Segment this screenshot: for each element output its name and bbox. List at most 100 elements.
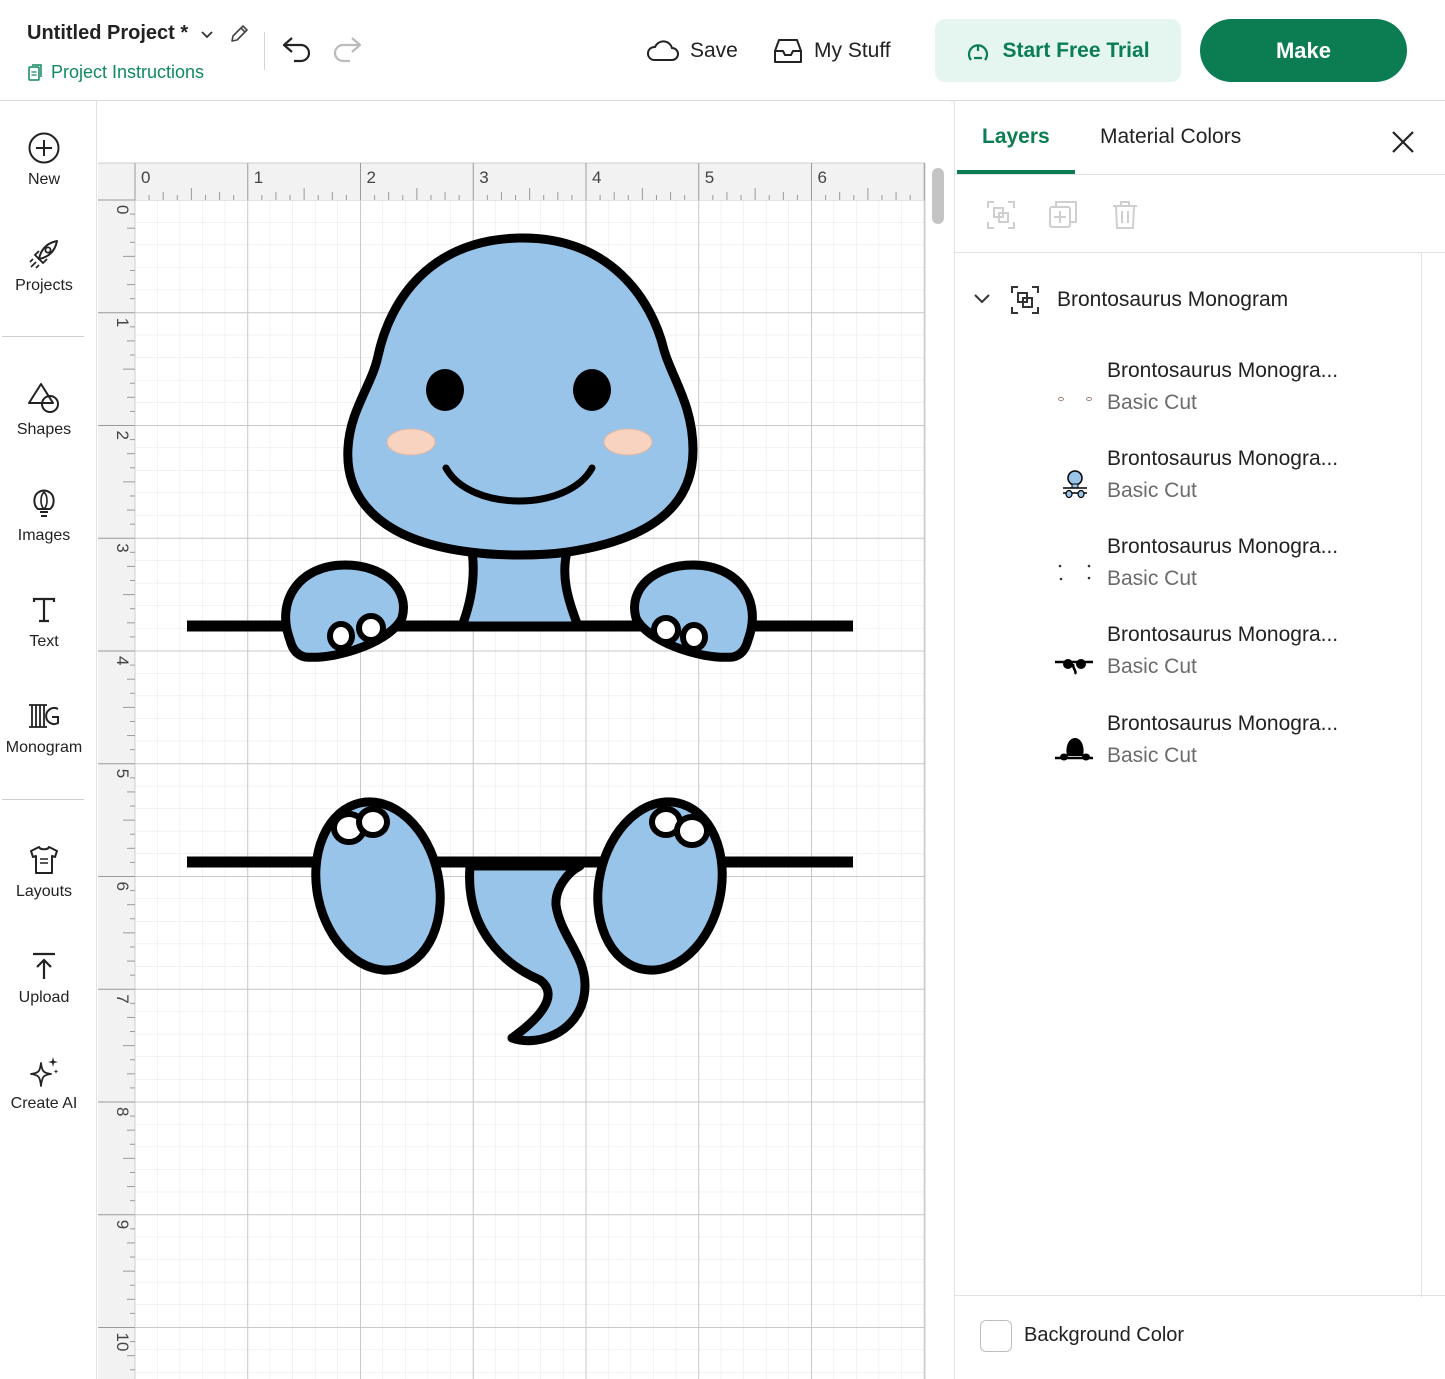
save-label: Save xyxy=(690,39,738,62)
layer-item[interactable]: Brontosaurus Monogra... Basic Cut xyxy=(955,708,1425,778)
layer-operation: Basic Cut xyxy=(1107,479,1197,502)
tool-text[interactable]: Text xyxy=(0,593,88,651)
layer-name: Brontosaurus Monogra... xyxy=(1107,623,1339,646)
layer-item[interactable]: Brontosaurus Monogra... Basic Cut xyxy=(955,355,1425,425)
undo-icon[interactable] xyxy=(280,33,314,63)
layer-thumbnail xyxy=(1063,470,1087,499)
tool-label: Create AI xyxy=(10,1095,78,1112)
ruler-left-label: 6 xyxy=(113,882,132,891)
redo-icon[interactable] xyxy=(330,33,364,63)
dino-left-cheek xyxy=(386,428,436,456)
layer-item[interactable]: Brontosaurus Monogra... Basic Cut xyxy=(955,619,1425,689)
tool-layouts[interactable]: Layouts xyxy=(0,843,88,901)
tool-upload[interactable]: Upload xyxy=(0,949,88,1007)
group-icon[interactable] xyxy=(985,199,1017,231)
trial-label: Start Free Trial xyxy=(1002,38,1150,62)
lightbulb-icon xyxy=(33,489,55,517)
layers-panel: Layers Material Colors Brontosaurus Mono… xyxy=(954,101,1445,1379)
plus-circle-icon xyxy=(28,132,60,164)
trash-icon[interactable] xyxy=(1109,199,1141,231)
tool-create-ai[interactable]: Create AI xyxy=(0,1055,88,1113)
toolbar-divider xyxy=(2,799,84,800)
sparkle-icon xyxy=(30,1057,59,1087)
ruler-top-label: 5 xyxy=(705,168,714,187)
pencil-icon[interactable] xyxy=(228,23,250,45)
upload-icon xyxy=(33,952,55,979)
ruler-left-label: 10 xyxy=(113,1333,132,1352)
background-color-row: Background Color xyxy=(955,1295,1445,1379)
layer-operation: Basic Cut xyxy=(1107,655,1197,678)
layer-thumbnail xyxy=(1055,738,1093,761)
ruler-top-label: 4 xyxy=(592,168,601,187)
tool-projects[interactable]: Projects xyxy=(0,237,88,295)
duplicate-icon[interactable] xyxy=(1047,199,1079,231)
paw-toe xyxy=(651,615,681,645)
my-stuff-label: My Stuff xyxy=(814,39,891,62)
cloud-icon xyxy=(647,40,679,61)
inbox-icon xyxy=(774,39,802,63)
dino-left-eye xyxy=(426,369,464,411)
ruler-left-label: 8 xyxy=(113,1107,132,1116)
panel-scroll-track xyxy=(1421,253,1422,1297)
tool-new[interactable]: New xyxy=(0,131,88,189)
layer-item[interactable]: Brontosaurus Monogra... Basic Cut xyxy=(955,531,1425,601)
foot-toe xyxy=(356,806,390,838)
paw-toe xyxy=(356,613,386,643)
ruler-left-label: 4 xyxy=(113,656,132,665)
project-title[interactable]: Untitled Project * xyxy=(27,22,188,45)
ruler-left-label: 0 xyxy=(113,205,132,214)
layer-thumbnail xyxy=(1058,564,1091,581)
tool-label: Layouts xyxy=(15,883,73,900)
rocket-icon xyxy=(29,240,58,269)
tool-label: Shapes xyxy=(16,421,72,438)
tool-shapes[interactable]: Shapes xyxy=(0,381,88,439)
background-color-checkbox[interactable] xyxy=(980,1320,1012,1352)
layer-thumbnail xyxy=(1055,659,1093,675)
tool-label: Text xyxy=(29,633,59,650)
layer-item[interactable]: Brontosaurus Monogra... Basic Cut xyxy=(955,443,1425,513)
canvas-scrollbar[interactable] xyxy=(932,168,944,224)
design-canvas[interactable]: 0 1 2 3 4 5 6 0 1 2 3 4 5 6 7 8 9 10 xyxy=(98,101,950,1379)
tool-images[interactable]: Images xyxy=(0,487,88,545)
background-color-label: Background Color xyxy=(1024,1324,1185,1346)
ruler-left-label: 7 xyxy=(113,994,132,1003)
save-button[interactable]: Save xyxy=(646,34,738,68)
tab-layers[interactable]: Layers xyxy=(982,125,1050,149)
access-icon xyxy=(968,43,989,61)
ruler-top-label: 0 xyxy=(141,168,150,187)
ruler-top-label: 6 xyxy=(818,168,827,187)
dino-right-eye xyxy=(573,369,611,411)
ruler-top-label: 2 xyxy=(367,168,376,187)
layer-group-row[interactable]: Brontosaurus Monogram xyxy=(955,276,1425,324)
group-name: Brontosaurus Monogram xyxy=(1057,288,1289,311)
document-icon xyxy=(28,64,42,81)
layer-name: Brontosaurus Monogra... xyxy=(1107,535,1339,558)
close-icon[interactable] xyxy=(1389,128,1417,156)
ruler-left-label: 9 xyxy=(113,1220,132,1229)
ruler-left-label: 3 xyxy=(113,543,132,552)
layer-operation: Basic Cut xyxy=(1107,391,1197,414)
instructions-label: Project Instructions xyxy=(51,62,205,82)
shirt-icon xyxy=(30,846,58,874)
chevron-down-icon[interactable] xyxy=(971,288,993,310)
tool-label: Images xyxy=(17,527,71,544)
shapes-icon xyxy=(28,383,59,413)
ruler-top xyxy=(98,163,925,200)
start-free-trial-button[interactable]: Start Free Trial xyxy=(935,19,1181,82)
my-stuff-button[interactable]: My Stuff xyxy=(772,34,891,68)
ruler-top-label: 3 xyxy=(479,168,488,187)
top-header: Untitled Project * Project Instructions … xyxy=(0,0,1445,101)
group-icon xyxy=(1011,286,1039,314)
project-instructions-link[interactable]: Project Instructions xyxy=(27,62,204,83)
tab-material-colors[interactable]: Material Colors xyxy=(1100,125,1241,149)
chevron-down-icon[interactable] xyxy=(199,26,215,42)
paw-toe xyxy=(680,622,708,652)
paw-toe xyxy=(327,621,355,651)
layer-operation: Basic Cut xyxy=(1107,744,1197,767)
foot-toe xyxy=(674,814,710,848)
make-button[interactable]: Make xyxy=(1200,19,1407,82)
tool-monogram[interactable]: Monogram xyxy=(0,699,88,757)
dino-right-cheek xyxy=(603,428,653,456)
left-toolbar: New Projects Shapes Images Text Monogram… xyxy=(0,101,97,1379)
text-icon xyxy=(32,597,56,623)
